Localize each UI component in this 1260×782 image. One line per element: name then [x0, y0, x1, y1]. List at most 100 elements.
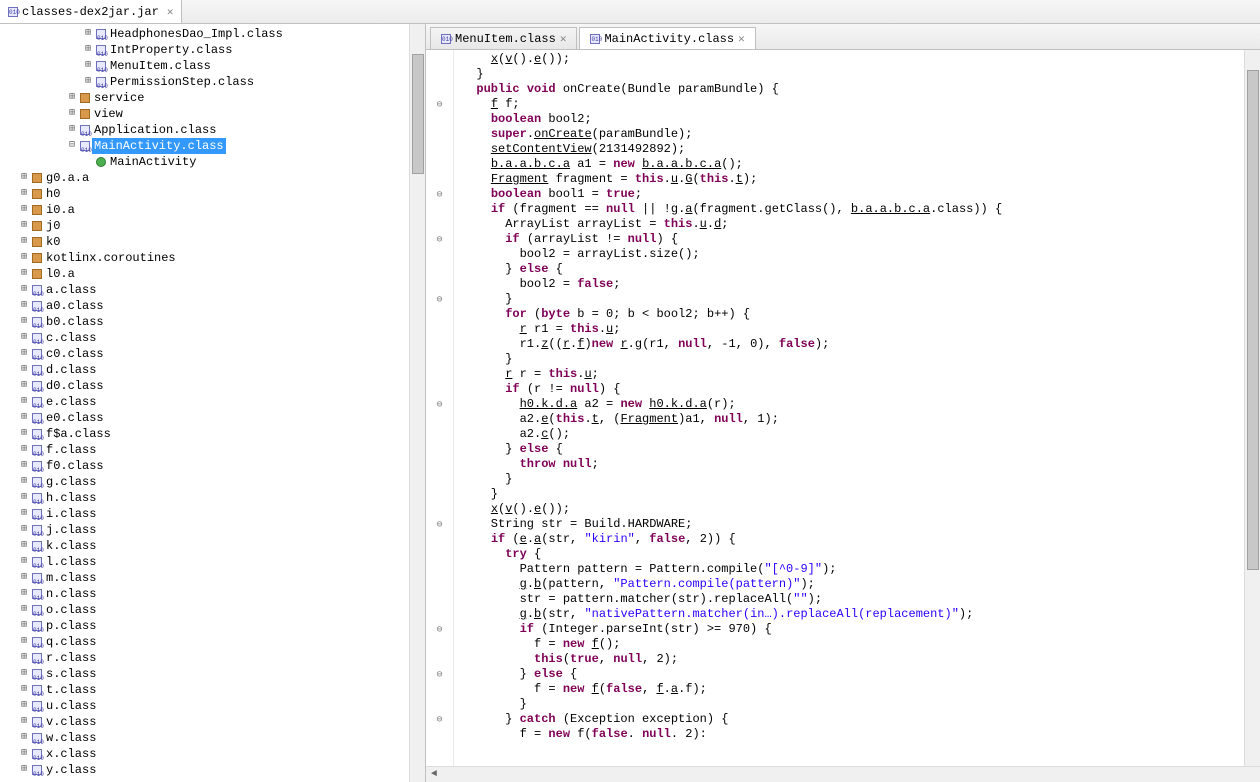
tree-node[interactable]: s.class: [0, 666, 409, 682]
tree-node[interactable]: e0.class: [0, 410, 409, 426]
fold-toggle-icon[interactable]: [426, 397, 453, 412]
expand-icon[interactable]: [80, 26, 96, 42]
editor-vscrollbar[interactable]: [1244, 50, 1260, 766]
tree-node[interactable]: h.class: [0, 490, 409, 506]
tree-node[interactable]: PermissionStep.class: [0, 74, 409, 90]
tree-node[interactable]: l0.a: [0, 266, 409, 282]
tree-node[interactable]: e.class: [0, 394, 409, 410]
tree-node[interactable]: g.class: [0, 474, 409, 490]
tree-node[interactable]: p.class: [0, 618, 409, 634]
expand-icon[interactable]: [16, 650, 32, 666]
expand-icon[interactable]: [16, 266, 32, 282]
expand-icon[interactable]: [16, 394, 32, 410]
fold-toggle-icon[interactable]: [426, 622, 453, 637]
expand-icon[interactable]: [16, 378, 32, 394]
fold-toggle-icon[interactable]: [426, 232, 453, 247]
tree-node[interactable]: i0.a: [0, 202, 409, 218]
editor-hscrollbar[interactable]: ◄: [426, 766, 1260, 782]
tree-node[interactable]: a0.class: [0, 298, 409, 314]
tree-viewport[interactable]: HeadphonesDao_Impl.classIntProperty.clas…: [0, 24, 409, 782]
fold-toggle-icon[interactable]: [426, 97, 453, 112]
expand-icon[interactable]: [64, 106, 80, 122]
expand-icon[interactable]: [16, 298, 32, 314]
tree-node[interactable]: y.class: [0, 762, 409, 778]
top-tab[interactable]: classes-dex2jar.jar ✕: [0, 0, 182, 23]
expand-icon[interactable]: [16, 314, 32, 330]
tree-node[interactable]: view: [0, 106, 409, 122]
tree-node[interactable]: k0: [0, 234, 409, 250]
tree-node[interactable]: x.class: [0, 746, 409, 762]
tree-node[interactable]: n.class: [0, 586, 409, 602]
tree-node[interactable]: o.class: [0, 602, 409, 618]
tree-node[interactable]: m.class: [0, 570, 409, 586]
tree-node[interactable]: g0.a.a: [0, 170, 409, 186]
tree-node[interactable]: f.class: [0, 442, 409, 458]
expand-icon[interactable]: [64, 122, 80, 138]
tree-node[interactable]: MainActivity.class: [0, 138, 409, 154]
expand-icon[interactable]: [16, 490, 32, 506]
expand-icon[interactable]: [16, 522, 32, 538]
tree-node[interactable]: b0.class: [0, 314, 409, 330]
expand-icon[interactable]: [16, 746, 32, 762]
fold-toggle-icon[interactable]: [426, 292, 453, 307]
tree-node[interactable]: j.class: [0, 522, 409, 538]
tree-node[interactable]: h0: [0, 186, 409, 202]
expand-icon[interactable]: [16, 730, 32, 746]
fold-toggle-icon[interactable]: [426, 667, 453, 682]
expand-icon[interactable]: [80, 42, 96, 58]
close-icon[interactable]: ✕: [167, 5, 174, 19]
expand-icon[interactable]: [16, 282, 32, 298]
fold-gutter[interactable]: [426, 50, 454, 766]
tree-node[interactable]: service: [0, 90, 409, 106]
tree-node[interactable]: c.class: [0, 330, 409, 346]
close-icon[interactable]: ✕: [738, 32, 745, 46]
tree-node[interactable]: f0.class: [0, 458, 409, 474]
expand-icon[interactable]: [16, 554, 32, 570]
expand-icon[interactable]: [16, 410, 32, 426]
tree-node[interactable]: t.class: [0, 682, 409, 698]
expand-icon[interactable]: [16, 330, 32, 346]
tree-node[interactable]: w.class: [0, 730, 409, 746]
tree-node[interactable]: a.class: [0, 282, 409, 298]
expand-icon[interactable]: [16, 506, 32, 522]
expand-icon[interactable]: [16, 666, 32, 682]
expand-icon[interactable]: [16, 538, 32, 554]
expand-icon[interactable]: [16, 682, 32, 698]
scrollbar-thumb[interactable]: [1247, 70, 1259, 570]
expand-icon[interactable]: [16, 202, 32, 218]
expand-icon[interactable]: [80, 58, 96, 74]
expand-icon[interactable]: [16, 634, 32, 650]
tree-node[interactable]: j0: [0, 218, 409, 234]
tree-node[interactable]: HeadphonesDao_Impl.class: [0, 26, 409, 42]
expand-icon[interactable]: [16, 346, 32, 362]
expand-icon[interactable]: [16, 234, 32, 250]
expand-icon[interactable]: [16, 714, 32, 730]
tree-node[interactable]: f$a.class: [0, 426, 409, 442]
tree-node[interactable]: l.class: [0, 554, 409, 570]
expand-icon[interactable]: [64, 90, 80, 106]
expand-icon[interactable]: [16, 250, 32, 266]
tree-node[interactable]: v.class: [0, 714, 409, 730]
tree-node[interactable]: MenuItem.class: [0, 58, 409, 74]
fold-toggle-icon[interactable]: [426, 187, 453, 202]
expand-icon[interactable]: [16, 586, 32, 602]
expand-icon[interactable]: [16, 570, 32, 586]
tree-node[interactable]: Application.class: [0, 122, 409, 138]
tree-node[interactable]: r.class: [0, 650, 409, 666]
expand-icon[interactable]: [16, 218, 32, 234]
expand-icon[interactable]: [16, 442, 32, 458]
collapse-icon[interactable]: [64, 138, 80, 154]
scrollbar-thumb[interactable]: [412, 54, 424, 174]
expand-icon[interactable]: [16, 362, 32, 378]
tree-node[interactable]: d0.class: [0, 378, 409, 394]
scroll-left-icon[interactable]: ◄: [426, 769, 442, 780]
expand-icon[interactable]: [16, 170, 32, 186]
tree-node[interactable]: MainActivity: [0, 154, 409, 170]
expand-icon[interactable]: [16, 618, 32, 634]
editor-tab[interactable]: MainActivity.class✕: [579, 27, 755, 49]
code-view[interactable]: x(v().e()); } public void onCreate(Bundl…: [454, 50, 1244, 766]
tree-node[interactable]: i.class: [0, 506, 409, 522]
tree-node[interactable]: kotlinx.coroutines: [0, 250, 409, 266]
tree-node[interactable]: c0.class: [0, 346, 409, 362]
tree-node[interactable]: d.class: [0, 362, 409, 378]
